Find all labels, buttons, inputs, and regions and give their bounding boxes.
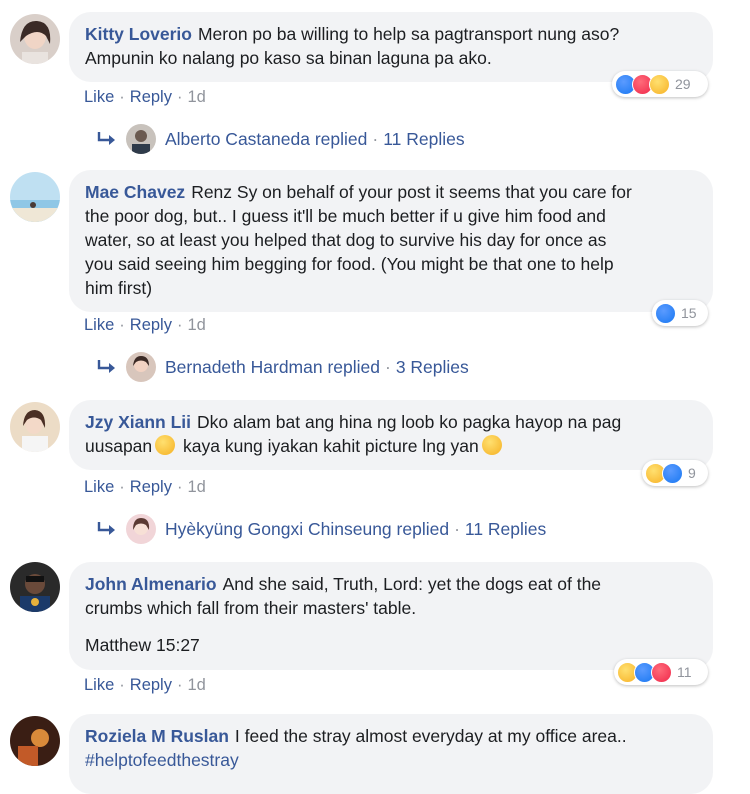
comment-text: I feed the stray almost everyday at my o…: [234, 726, 627, 746]
like-link[interactable]: Like: [84, 478, 114, 496]
avatar[interactable]: [10, 716, 60, 766]
comment-text: Renz Sy on behalf of your post it seems …: [191, 182, 632, 202]
like-link[interactable]: Like: [84, 676, 114, 694]
wow-icon: [649, 73, 670, 95]
comment-text: And she said, Truth, Lord: yet the dogs …: [222, 574, 602, 594]
separator: ·: [176, 478, 183, 496]
author-name[interactable]: Kitty Loverio: [85, 24, 192, 44]
view-replies-link[interactable]: Bernadeth Hardman replied · 3 Replies: [96, 352, 469, 382]
reaction-summary[interactable]: 15: [652, 300, 708, 326]
comment-text: Matthew 15:27: [85, 635, 200, 655]
comment-text: Ampunin ko nalang po kaso sa binan lagun…: [85, 48, 492, 68]
comment-text: kaya kung iyakan kahit picture lng yan: [178, 436, 479, 456]
reply-link[interactable]: Reply: [130, 478, 172, 496]
separator: ·: [385, 356, 391, 377]
like-link[interactable]: Like: [84, 88, 114, 106]
separator: ·: [176, 88, 183, 106]
comment-bubble: John Almenario And she said, Truth, Lord:…: [69, 562, 713, 670]
separator: ·: [119, 676, 125, 694]
separator: ·: [372, 128, 379, 149]
hashtag-link[interactable]: #helptofeedthestray: [85, 750, 239, 770]
timestamp[interactable]: 1d: [187, 88, 205, 106]
reply-arrow-icon: [97, 132, 115, 145]
separator: ·: [119, 88, 125, 106]
timestamp[interactable]: 1d: [187, 676, 205, 694]
like-link[interactable]: Like: [84, 316, 114, 334]
profile-photo-icon: [10, 14, 60, 64]
avatar: [126, 514, 156, 544]
profile-photo-icon: [10, 402, 60, 452]
reply-link[interactable]: Reply: [130, 316, 172, 334]
sad-face-icon: [481, 435, 502, 455]
comment-text: you said seeing him begging for food. (Y…: [85, 254, 614, 274]
avatar[interactable]: [10, 562, 60, 612]
replied-by: Hyèkyüng Gongxi Chinseung replied: [165, 518, 450, 539]
reaction-count: 15: [681, 305, 697, 321]
comment-bubble: Mae Chavez Renz Sy on behalf of your post…: [69, 170, 713, 312]
separator: ·: [454, 518, 460, 539]
author-name[interactable]: John Almenario: [85, 574, 217, 594]
comment-text: the poor dog, but.. I guess it'll be muc…: [85, 206, 606, 226]
pensive-face-icon: [155, 435, 176, 455]
comment-actions: Like · Reply · 1d: [84, 676, 206, 695]
comment-actions: Like · Reply · 1d: [84, 478, 206, 497]
replies-count: 11 Replies: [464, 518, 547, 539]
profile-photo-icon: [10, 562, 60, 612]
view-replies-link[interactable]: Alberto Castaneda replied · 11 Replies: [96, 124, 465, 154]
reaction-count: 9: [688, 465, 696, 481]
comment-text: him first): [85, 278, 153, 298]
comment-text: Dko alam bat ang hina ng loob ko pagka h…: [197, 412, 622, 432]
avatar[interactable]: [10, 172, 60, 222]
reply-arrow-icon: [97, 360, 115, 373]
reply-link[interactable]: Reply: [130, 676, 172, 694]
author-name[interactable]: Mae Chavez: [85, 182, 185, 202]
love-icon: [651, 661, 672, 683]
separator: ·: [119, 316, 125, 334]
view-replies-link[interactable]: Hyèkyüng Gongxi Chinseung replied · 11 Rep…: [96, 514, 546, 544]
separator: ·: [176, 316, 183, 334]
comment-actions: Like · Reply · 1d: [84, 316, 206, 335]
replies-count: 11 Replies: [383, 128, 465, 149]
separator: ·: [119, 478, 125, 496]
reaction-summary[interactable]: 11: [614, 659, 708, 685]
timestamp[interactable]: 1d: [187, 478, 205, 496]
reaction-summary[interactable]: 29: [612, 71, 708, 97]
avatar[interactable]: [10, 402, 60, 452]
reaction-count: 29: [675, 76, 691, 92]
reaction-summary[interactable]: 9: [642, 460, 708, 486]
replies-count: 3 Replies: [395, 356, 469, 377]
author-name[interactable]: Jzy Xiann Lii: [85, 412, 191, 432]
author-name[interactable]: Roziela M Ruslan: [85, 726, 229, 746]
profile-photo-icon: [10, 172, 60, 222]
comment-bubble: Jzy Xiann Lii Dko alam bat ang hina ng lo…: [69, 400, 713, 470]
comment-text: water, so at least you helped that dog t…: [85, 230, 607, 250]
comment-text: Meron po ba willing to help sa pagtransp…: [197, 24, 620, 44]
avatar: [126, 124, 156, 154]
separator: ·: [176, 676, 183, 694]
like-icon: [662, 462, 683, 484]
timestamp[interactable]: 1d: [187, 316, 205, 334]
reply-arrow-icon: [97, 522, 115, 535]
comment-bubble: Kitty Loverio Meron po ba willing to help…: [69, 12, 713, 82]
comment-bubble: Roziela M Ruslan I feed the stray almost …: [69, 714, 713, 794]
replied-by: Alberto Castaneda replied: [165, 128, 368, 149]
replied-by: Bernadeth Hardman replied: [165, 356, 380, 377]
reply-link[interactable]: Reply: [130, 88, 172, 106]
like-icon: [655, 302, 676, 324]
avatar[interactable]: [10, 14, 60, 64]
comment-text: uusapan: [85, 436, 153, 456]
comment-actions: Like · Reply · 1d: [84, 88, 206, 107]
reaction-count: 11: [677, 664, 692, 680]
avatar: [126, 352, 156, 382]
comment-text: crumbs which fall from their masters' ta…: [85, 598, 417, 618]
profile-photo-icon: [10, 716, 60, 766]
